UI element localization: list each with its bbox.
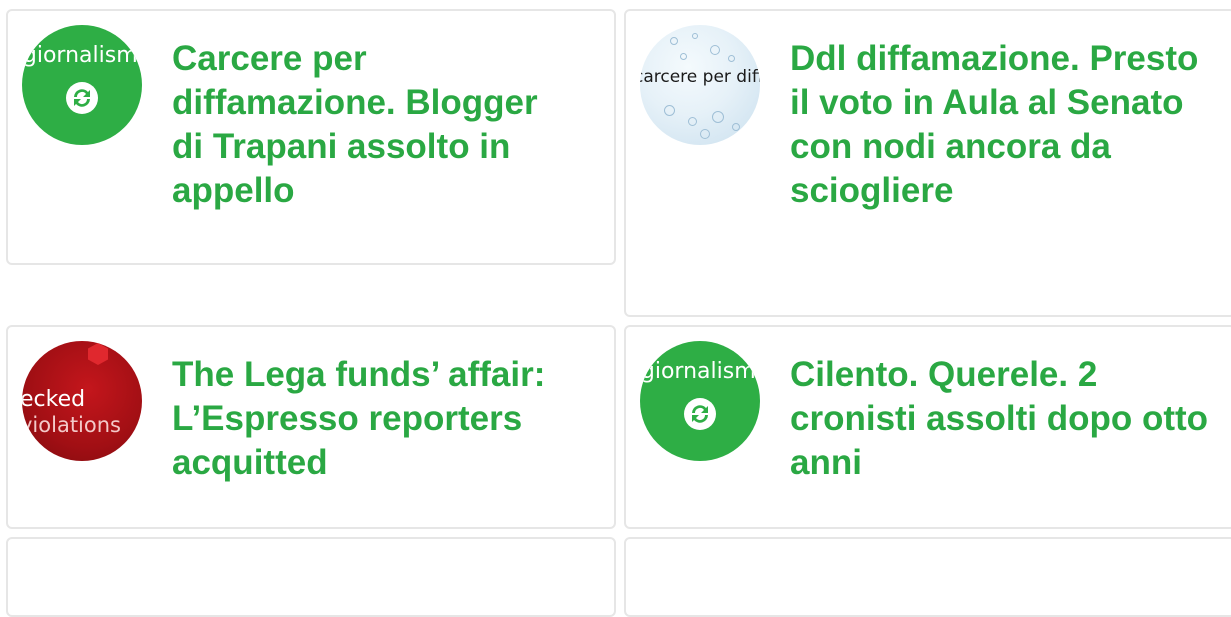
- article-card[interactable]: giornalismo Cilento. Querele. 2 cronisti…: [624, 325, 1231, 529]
- article-card[interactable]: ecked violations The Lega funds’ affair:…: [6, 325, 616, 529]
- article-title-link[interactable]: Ddl diffamazione. Presto il voto in Aula…: [790, 37, 1200, 213]
- article-card[interactable]: carcere per diffamazione Ddl diffamazion…: [624, 9, 1231, 317]
- article-card[interactable]: giornalismo Carcere per diffamazione. Bl…: [6, 9, 616, 265]
- thumbnail-text: giornalismo: [640, 359, 760, 384]
- thumbnail-text: violations: [22, 413, 121, 437]
- article-card[interactable]: [624, 537, 1231, 617]
- article-thumbnail[interactable]: giornalismo: [640, 341, 760, 461]
- refresh-icon: [684, 398, 716, 430]
- article-thumbnail[interactable]: giornalismo: [22, 25, 142, 145]
- article-card[interactable]: [6, 537, 616, 617]
- hexagon-shape: [88, 343, 108, 365]
- article-title-link[interactable]: Cilento. Querele. 2 cronisti assolti dop…: [790, 353, 1210, 485]
- article-thumbnail[interactable]: ecked violations: [22, 341, 142, 461]
- thumbnail-text: carcere per diffamazione: [640, 67, 760, 87]
- thumbnail-text: ecked: [22, 387, 86, 412]
- article-thumbnail[interactable]: carcere per diffamazione: [640, 25, 760, 145]
- thumbnail-text: giornalismo: [22, 43, 142, 68]
- article-title-link[interactable]: Carcere per diffamazione. Blogger di Tra…: [172, 37, 572, 213]
- refresh-icon: [66, 82, 98, 114]
- article-title-link[interactable]: The Lega funds’ affair: L’Espresso repor…: [172, 353, 592, 485]
